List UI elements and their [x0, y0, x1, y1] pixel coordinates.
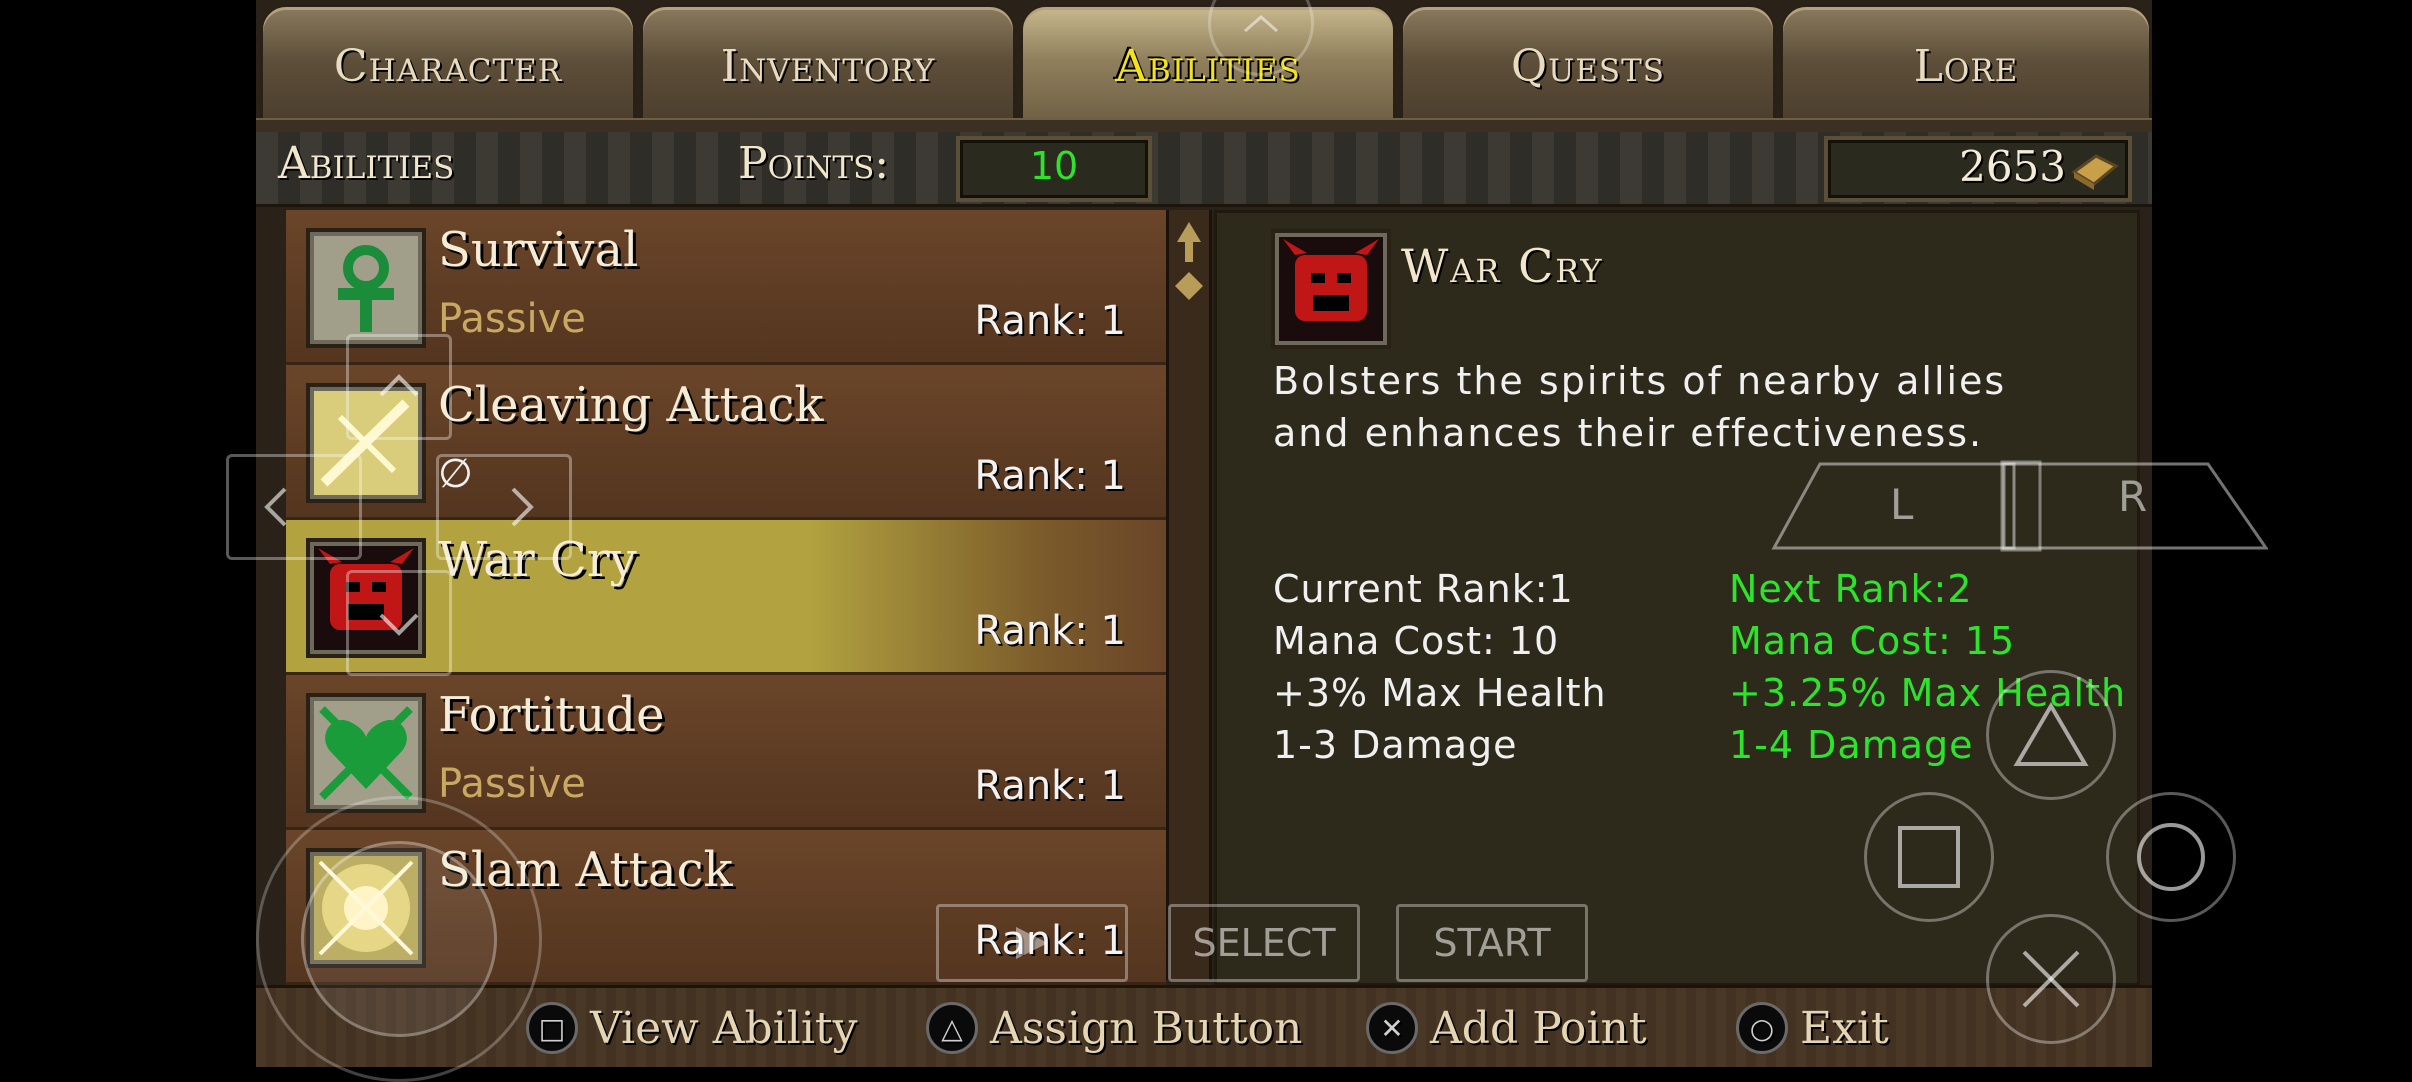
tab-label: Character [333, 40, 563, 92]
section-title: Abilities [278, 138, 455, 189]
footer-label: Exit [1800, 1002, 1889, 1054]
l-button-label[interactable]: L [1890, 480, 1913, 529]
play-icon [1016, 927, 1048, 959]
next-damage: 1-4 Damage [1729, 723, 1974, 767]
footer-label: View Ability [590, 1002, 858, 1054]
ability-rank: Rank: 1 [974, 608, 1126, 654]
tab-label: Quests [1511, 40, 1665, 92]
triangle-button-icon: △ [926, 1002, 978, 1054]
gold-value: 2653 [1959, 142, 2066, 191]
analog-stick-knob[interactable] [301, 841, 497, 1037]
tab-quests[interactable]: Quests [1400, 4, 1776, 128]
footer-label: Add Point [1430, 1002, 1647, 1054]
detail-desc-line1: Bolsters the spirits of nearby allies [1273, 359, 2007, 403]
footer-exit: ○ Exit [1736, 1002, 1889, 1054]
cross-button[interactable] [1986, 914, 2116, 1044]
gold-box: 2653 [1824, 136, 2132, 202]
ankh-icon [306, 228, 426, 348]
footer-view-ability: □ View Ability [526, 1002, 857, 1054]
square-button[interactable] [1864, 792, 1994, 922]
circle-button[interactable] [2106, 792, 2236, 922]
triangle-button[interactable] [1986, 670, 2116, 800]
next-mana: Mana Cost: 15 [1729, 619, 2016, 663]
ability-rank: Rank: 1 [974, 453, 1126, 499]
heart-icon [306, 693, 426, 813]
ability-type: Passive [438, 296, 586, 342]
current-damage: 1-3 Damage [1273, 723, 1518, 767]
detail-desc-line2: and enhances their effectiveness. [1273, 411, 1984, 455]
current-rank: Current Rank:1 [1273, 567, 1574, 611]
list-scrollbar[interactable] [1166, 210, 1212, 980]
fast-forward-button[interactable] [936, 904, 1128, 982]
analog-stick-base[interactable] [256, 796, 542, 1082]
ability-rank: Rank: 1 [974, 298, 1126, 344]
current-health: +3% Max Health [1273, 671, 1607, 715]
detail-title: War Cry [1401, 239, 1604, 293]
scroll-up-icon [1175, 222, 1203, 300]
dpad-down-icon [379, 613, 419, 636]
tab-lore[interactable]: Lore [1780, 4, 2152, 128]
tab-label: Lore [1913, 40, 2019, 92]
dpad-right[interactable] [436, 454, 572, 560]
dpad-up-icon [379, 374, 419, 397]
triangle-icon [2013, 702, 2089, 766]
footer-assign-button: △ Assign Button [926, 1002, 1302, 1054]
dpad-right-icon [511, 487, 534, 527]
ability-type: Passive [438, 761, 586, 807]
current-mana: Mana Cost: 10 [1273, 619, 1560, 663]
ability-detail-panel: War Cry Bolsters the spirits of nearby a… [1214, 210, 2140, 986]
square-icon [1898, 826, 1960, 888]
shoulder-buttons[interactable] [1768, 456, 2268, 556]
r-button-label[interactable]: R [2118, 472, 2147, 521]
gold-icon [2071, 154, 2119, 190]
ability-rank: Rank: 1 [974, 763, 1126, 809]
dpad-up[interactable] [346, 334, 452, 440]
tab-character[interactable]: Character [260, 4, 636, 128]
ability-name: Fortitude [438, 687, 665, 743]
start-button[interactable]: START [1396, 904, 1588, 982]
ability-name: Survival [438, 222, 639, 278]
points-label: Points: [738, 138, 890, 189]
ability-name: Cleaving Attack [438, 377, 824, 433]
next-rank: Next Rank:2 [1729, 567, 1973, 611]
war-cry-icon [1271, 229, 1391, 349]
square-button-icon: □ [526, 1002, 578, 1054]
tab-inventory[interactable]: Inventory [640, 4, 1016, 128]
select-button[interactable]: SELECT [1168, 904, 1360, 982]
points-value: 10 [1029, 144, 1079, 188]
dpad-left-icon [264, 487, 287, 527]
chevron-up-icon [1244, 15, 1278, 33]
circle-button-icon: ○ [1736, 1002, 1788, 1054]
points-box: 10 [956, 136, 1152, 202]
footer-label: Assign Button [990, 1002, 1303, 1054]
cross-icon [2022, 950, 2080, 1008]
circle-icon [2137, 823, 2205, 891]
footer-add-point: ✕ Add Point [1366, 1002, 1647, 1054]
dpad-down[interactable] [346, 570, 452, 676]
tab-label: Inventory [720, 40, 936, 92]
cross-button-icon: ✕ [1366, 1002, 1418, 1054]
dpad-left[interactable] [226, 454, 362, 560]
